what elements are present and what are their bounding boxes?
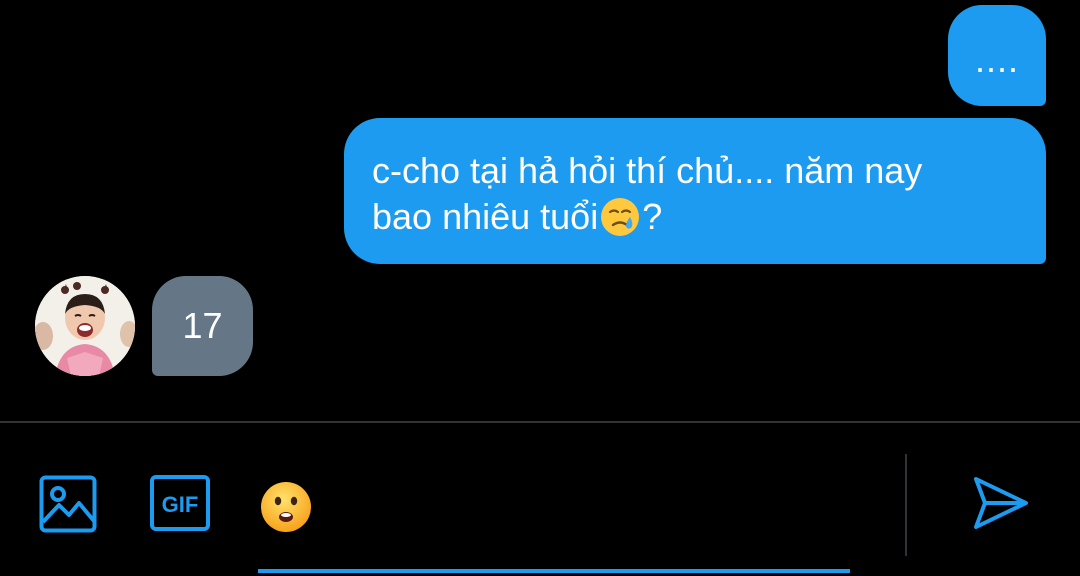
image-icon: [39, 475, 97, 533]
input-focus-underline: [258, 569, 850, 573]
message-text: bao nhiêu tuổi: [372, 196, 599, 237]
message-text-line: bao nhiêu tuổi ?: [372, 194, 1016, 240]
send-divider: [905, 454, 907, 556]
avatar[interactable]: [35, 276, 135, 376]
face-holding-back-tears-emoji-icon: [601, 198, 640, 236]
dm-conversation-screen: .... c-cho tại hả hỏi thí chủ.... năm na…: [0, 0, 1080, 576]
send-icon: [974, 477, 1028, 529]
frowning-face-emoji-icon: [261, 482, 311, 532]
outgoing-message-bubble[interactable]: c-cho tại hả hỏi thí chủ.... năm nay bao…: [344, 118, 1046, 264]
message-text: ?: [642, 196, 663, 237]
message-text: ....: [974, 38, 1019, 80]
user-avatar-photo: [35, 276, 135, 376]
gif-label: GIF: [162, 492, 199, 517]
gif-icon: GIF: [150, 475, 210, 531]
outgoing-message-bubble[interactable]: ....: [948, 5, 1046, 106]
add-image-button[interactable]: [39, 475, 97, 533]
message-input[interactable]: [330, 470, 894, 542]
send-button[interactable]: [972, 474, 1030, 532]
message-text-line: c-cho tại hả hỏi thí chủ.... năm nay: [372, 150, 923, 191]
message-text: 17: [182, 305, 223, 346]
composer-divider: [0, 421, 1080, 423]
emoji-picker-button[interactable]: [259, 480, 313, 534]
incoming-message-bubble[interactable]: 17: [152, 276, 253, 376]
add-gif-button[interactable]: GIF: [150, 475, 210, 531]
